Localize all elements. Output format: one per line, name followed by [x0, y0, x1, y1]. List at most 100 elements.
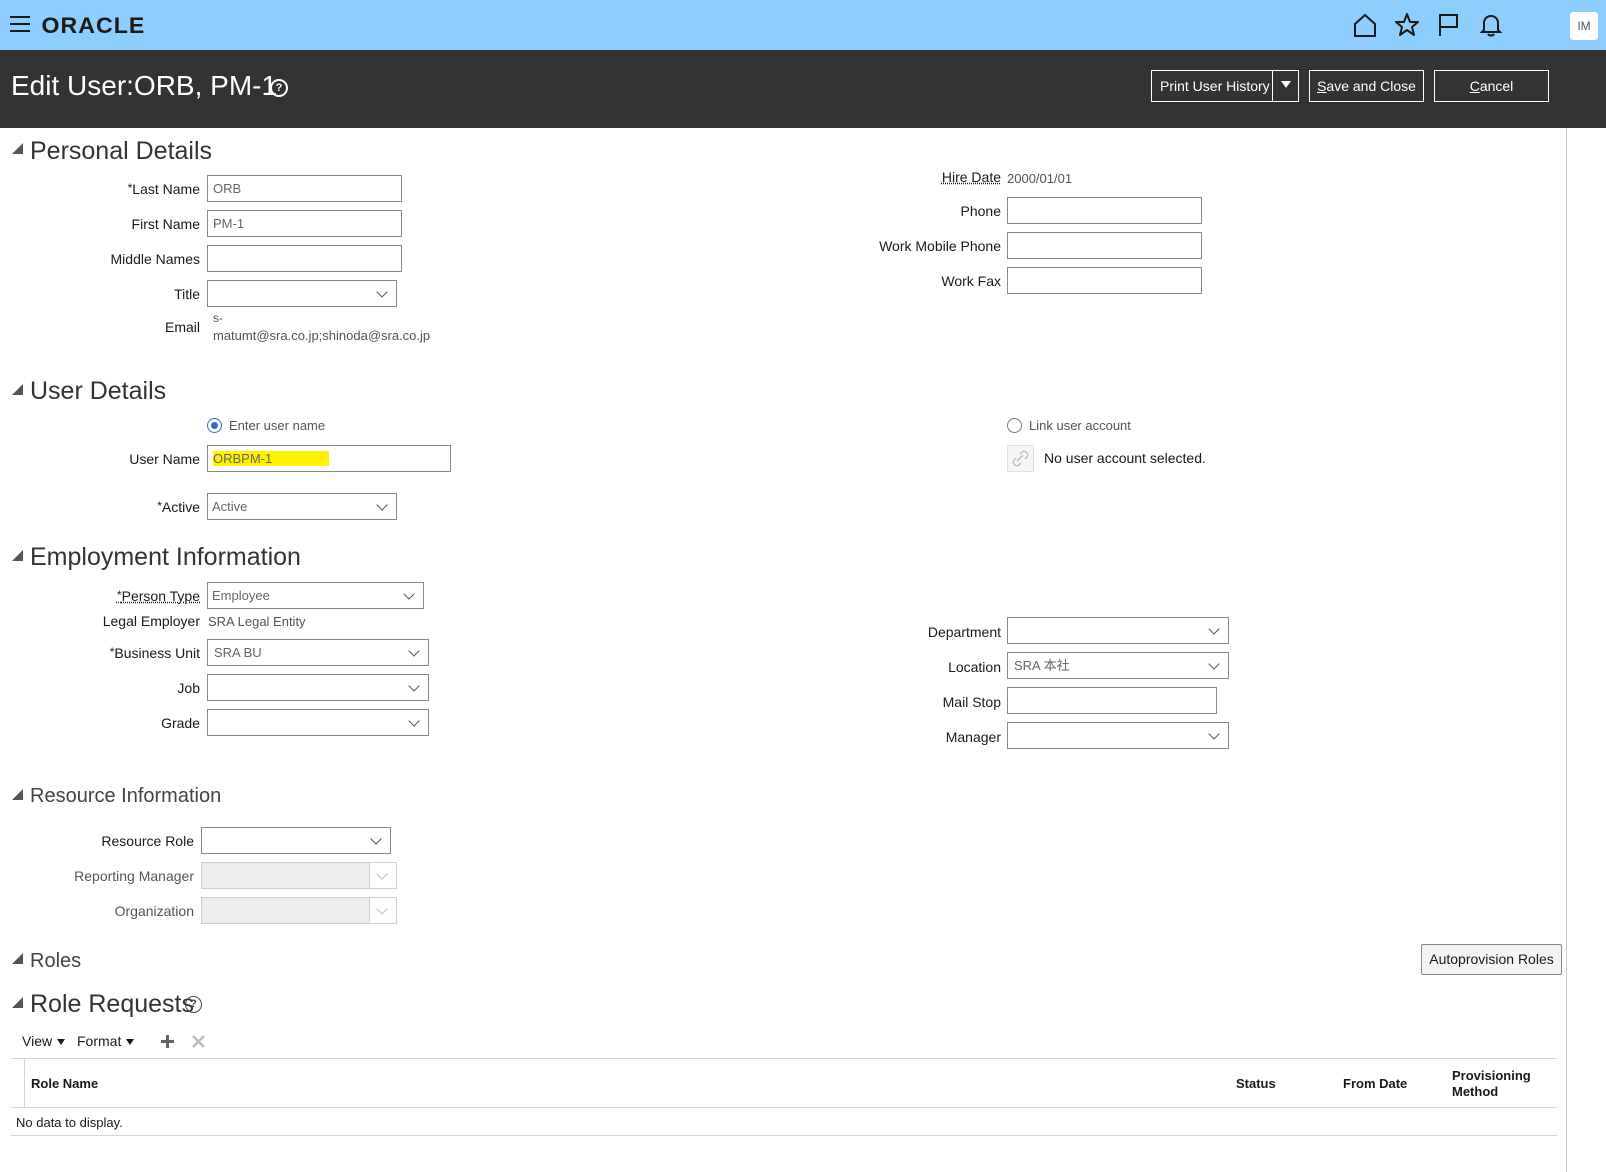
global-header: ORACLE IM — [0, 0, 1606, 50]
person-type-select[interactable]: Employee — [207, 582, 424, 609]
user-avatar[interactable]: IM — [1570, 12, 1598, 40]
chevron-down-icon — [370, 833, 382, 845]
first-name-input[interactable]: PM-1 — [207, 210, 402, 237]
person-type-label[interactable]: *Person Type — [117, 588, 200, 604]
collapse-personal-details-icon[interactable] — [12, 143, 23, 154]
user-name-value: ORBPM-1 — [213, 451, 330, 466]
collapse-employment-icon[interactable] — [12, 550, 23, 561]
active-select[interactable]: Active — [207, 493, 397, 520]
middle-names-label: Middle Names — [110, 251, 200, 267]
oracle-logo[interactable]: ORACLE — [42, 13, 146, 39]
print-user-history-label: Print User History — [1160, 78, 1270, 94]
phone-input[interactable] — [1007, 197, 1202, 224]
job-label: Job — [177, 680, 200, 696]
last-name-label-text: Last Name — [132, 181, 200, 197]
column-from-date[interactable]: From Date — [1343, 1076, 1407, 1091]
no-data-text: No data to display. — [16, 1115, 123, 1130]
flag-icon[interactable] — [1436, 12, 1462, 38]
cancel-button[interactable]: Cancel — [1434, 70, 1549, 102]
work-fax-input[interactable] — [1007, 267, 1202, 294]
page-title: Edit User:ORB, PM-1 — [11, 70, 278, 101]
section-roles: Roles — [30, 950, 82, 972]
collapse-user-details-icon[interactable] — [12, 384, 23, 395]
favorites-star-icon[interactable] — [1394, 12, 1420, 38]
format-menu-label: Format — [77, 1033, 122, 1049]
column-provisioning-method-line2[interactable]: Method — [1452, 1084, 1498, 1099]
menu-icon[interactable] — [10, 16, 30, 32]
save-and-close-button[interactable]: Save and Close — [1309, 70, 1424, 102]
reporting-manager-label: Reporting Manager — [74, 868, 194, 884]
section-user-details: User Details — [30, 377, 167, 405]
business-unit-select[interactable]: SRA BU — [207, 639, 429, 666]
grade-select[interactable] — [207, 709, 429, 736]
delete-icon[interactable] — [192, 1035, 205, 1048]
help-icon[interactable]: ? — [270, 79, 288, 97]
autoprovision-roles-button[interactable]: Autoprovision Roles — [1421, 944, 1562, 975]
manager-select[interactable] — [1007, 722, 1229, 749]
chevron-down-icon — [1208, 728, 1220, 740]
resource-role-select[interactable] — [201, 827, 391, 854]
link-account-button[interactable] — [1007, 445, 1034, 472]
table-left-border — [24, 1058, 25, 1108]
enter-user-name-radio[interactable] — [207, 418, 222, 433]
chevron-down-icon — [376, 286, 388, 298]
link-icon — [1012, 450, 1029, 467]
chevron-down-icon — [408, 715, 420, 727]
save-close-label: ave and Close — [1326, 78, 1416, 94]
middle-names-input[interactable] — [207, 245, 402, 272]
view-menu[interactable]: View — [22, 1033, 66, 1049]
location-select[interactable]: SRA 本社 — [1007, 652, 1229, 679]
location-label: Location — [948, 659, 1001, 675]
collapse-resource-information-icon[interactable] — [12, 789, 23, 800]
chevron-down-icon — [403, 588, 415, 600]
title-select[interactable] — [207, 280, 397, 307]
collapse-role-requests-icon[interactable] — [12, 997, 23, 1008]
last-name-input[interactable]: ORB — [207, 175, 402, 202]
notifications-bell-icon[interactable] — [1478, 12, 1504, 38]
home-icon[interactable] — [1352, 12, 1378, 38]
user-name-input[interactable]: ORBPM-1 — [207, 445, 451, 472]
location-value: SRA 本社 — [1014, 658, 1070, 673]
organization-select — [201, 897, 397, 924]
hire-date-label[interactable]: Hire Date — [942, 169, 1001, 185]
format-menu[interactable]: Format — [77, 1033, 135, 1049]
role-requests-help-icon[interactable]: ? — [185, 996, 202, 1013]
active-label-text: Active — [161, 499, 200, 515]
mail-stop-label: Mail Stop — [942, 694, 1001, 710]
mail-stop-input[interactable] — [1007, 687, 1217, 714]
column-provisioning-method-line1[interactable]: Provisioning — [1452, 1068, 1531, 1083]
person-type-value: Employee — [212, 588, 270, 603]
column-role-name[interactable]: Role Name — [31, 1076, 98, 1091]
phone-label: Phone — [960, 203, 1001, 219]
view-menu-label: View — [22, 1033, 53, 1049]
print-user-history-button[interactable]: Print User History — [1151, 70, 1299, 102]
user-name-label: User Name — [129, 451, 200, 467]
scrollbar-track[interactable] — [1566, 128, 1567, 1172]
table-bottom-border — [11, 1135, 1557, 1136]
first-name-label: First Name — [131, 216, 200, 232]
print-history-dropdown-icon[interactable] — [1272, 71, 1298, 101]
job-select[interactable] — [207, 674, 429, 701]
section-resource-information: Resource Information — [30, 785, 222, 807]
active-label: *Active — [157, 499, 200, 515]
grade-label: Grade — [161, 715, 200, 731]
legal-employer-label: Legal Employer — [102, 613, 200, 629]
hire-date-value: 2000/01/01 — [1007, 171, 1073, 186]
collapse-roles-icon[interactable] — [12, 953, 23, 964]
section-role-requests: Role Requests — [30, 990, 194, 1018]
manager-label: Manager — [945, 729, 1001, 745]
work-mobile-phone-input[interactable] — [1007, 232, 1202, 259]
chevron-down-icon — [1208, 623, 1220, 635]
department-select[interactable] — [1007, 617, 1229, 644]
email-label: Email — [164, 319, 200, 335]
column-status[interactable]: Status — [1236, 1076, 1276, 1091]
add-icon[interactable] — [160, 1034, 175, 1049]
last-name-label: *Last Name — [128, 181, 200, 197]
chevron-down-icon — [408, 680, 420, 692]
link-user-account-radio[interactable] — [1007, 418, 1022, 433]
no-user-account-text: No user account selected. — [1044, 450, 1206, 466]
chevron-down-icon — [376, 499, 388, 511]
business-unit-label-text: Business Unit — [114, 645, 200, 661]
reporting-manager-select — [201, 862, 397, 889]
chevron-down-icon — [408, 645, 420, 657]
